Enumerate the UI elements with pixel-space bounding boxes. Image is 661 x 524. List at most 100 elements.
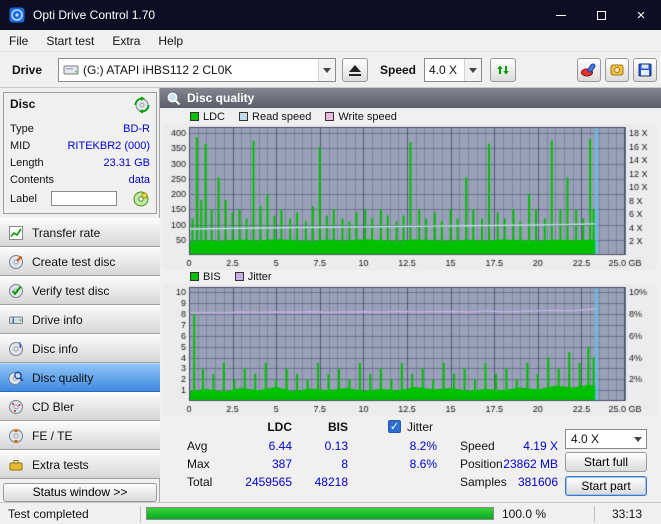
refresh-arrows-icon <box>497 65 509 75</box>
jitter-checkbox[interactable]: ✓ <box>388 420 401 433</box>
speed-stat-label: Speed <box>460 439 495 453</box>
samples-stat-value: 381606 <box>517 475 558 489</box>
menu-file[interactable]: File <box>0 31 37 51</box>
jitter-max-value: 8.6% <box>409 457 437 471</box>
jitter-swatch-icon <box>234 272 244 281</box>
disc-info-icon: i <box>9 341 23 356</box>
bis-column-header: BIS <box>327 420 348 434</box>
ldc-swatch-icon <box>190 112 199 121</box>
save-button[interactable] <box>633 58 657 82</box>
minimize-button[interactable] <box>541 0 581 30</box>
nav-create-test-disc[interactable]: Create test disc <box>0 247 160 276</box>
nav-verify-test-disc[interactable]: Verify test disc <box>0 276 160 305</box>
disc-field-label: MID <box>10 139 31 152</box>
status-window-button[interactable]: Status window >> <box>3 483 157 502</box>
close-icon: × <box>636 6 646 24</box>
disc-label-icon <box>133 191 149 206</box>
nav-label: FE / TE <box>32 428 73 443</box>
main-header: Disc quality <box>160 88 661 108</box>
ldc-chart <box>163 124 657 270</box>
nav-label: Drive info <box>32 312 83 327</box>
speed-select-arrow <box>464 59 481 81</box>
start-part-button[interactable]: Start part <box>565 476 647 496</box>
speed-select[interactable]: 4.0 X <box>424 58 482 82</box>
start-full-button[interactable]: Start full <box>565 452 647 472</box>
statusbar-separator <box>140 506 141 522</box>
read-speed-swatch-icon <box>239 112 249 121</box>
maximize-icon <box>596 10 606 20</box>
nav-transfer-rate[interactable]: Transfer rate <box>0 218 160 247</box>
disc-field-label: Type <box>10 122 34 135</box>
bottom-chart-legend: BIS Jitter <box>190 271 272 283</box>
disc-info-panel: Disc Type BD-R MID RITEKBR2 (000) Length… <box>3 92 157 214</box>
menu-extra[interactable]: Extra <box>103 31 149 51</box>
test-speed-select-value: 4.0 X <box>571 432 600 446</box>
disc-field-label: Label <box>10 192 37 205</box>
erase-disc-button[interactable] <box>577 58 601 82</box>
nav-label: Transfer rate <box>32 225 101 240</box>
refresh-speed-button[interactable] <box>490 58 516 82</box>
ldc-column-header: LDC <box>267 420 292 434</box>
test-nav: Transfer rate Create test disc Verify te… <box>0 218 160 479</box>
refresh-disc-icon[interactable] <box>132 95 152 115</box>
progress-percent: 100.0 % <box>502 507 547 521</box>
legend-jitter: Jitter <box>234 271 272 283</box>
nav-cd-bler[interactable]: CD Bler <box>0 392 160 421</box>
bis-swatch-icon <box>190 272 199 281</box>
menu-start-test[interactable]: Start test <box>37 31 103 51</box>
ldc-max-value: 387 <box>271 457 292 471</box>
disc-label-input[interactable] <box>51 191 118 206</box>
drive-info-icon: i <box>9 314 23 324</box>
elapsed-time: 33:13 <box>612 507 643 521</box>
nav-label: Disc quality <box>32 370 94 385</box>
left-panel: Disc Type BD-R MID RITEKBR2 (000) Length… <box>0 88 160 502</box>
disc-quality-icon <box>8 371 24 385</box>
drive-select-value: (G:) ATAPI iHBS112 2 CL0K <box>83 63 233 77</box>
eject-button[interactable] <box>342 58 368 82</box>
legend-ldc: LDC <box>190 111 225 123</box>
nav-disc-info[interactable]: i Disc info <box>0 334 160 363</box>
erase-disc-icon <box>581 63 596 77</box>
nav-label: Extra tests <box>32 457 89 472</box>
nav-extra-tests[interactable]: Extra tests <box>0 450 160 479</box>
settings-button[interactable] <box>605 58 629 82</box>
disc-field-label: Contents <box>10 173 55 186</box>
test-speed-select[interactable]: 4.0 X <box>565 429 647 449</box>
ldc-avg-value: 6.44 <box>268 439 292 453</box>
drive-label: Drive <box>12 63 43 77</box>
window-title: Opti Drive Control 1.70 <box>33 8 156 22</box>
statusbar: Test completed 100.0 % 33:13 <box>0 502 661 524</box>
magnifier-icon <box>167 92 181 105</box>
create-test-disc-icon <box>9 254 23 269</box>
close-button[interactable]: × <box>621 0 661 30</box>
write-speed-swatch-icon <box>325 112 335 121</box>
svg-text:i: i <box>19 341 21 350</box>
nav-drive-info[interactable]: i Drive info <box>0 305 160 334</box>
speed-stat-value: 4.19 X <box>523 439 558 453</box>
maximize-button[interactable] <box>581 0 621 30</box>
settings-icon <box>610 64 624 76</box>
top-chart-legend: LDC Read speed Write speed <box>190 111 397 123</box>
fe-te-icon <box>9 428 23 443</box>
speed-select-value: 4.0 X <box>429 63 458 77</box>
extra-tests-icon <box>9 459 23 470</box>
verify-test-disc-icon <box>9 283 23 298</box>
disc-field-value: BD-R <box>123 122 150 135</box>
disc-field-label: Length <box>10 156 44 169</box>
minimize-icon <box>556 14 566 16</box>
jitter-checkbox-label: Jitter <box>407 420 434 434</box>
drive-select-arrow <box>318 59 335 81</box>
drive-select[interactable]: (G:) ATAPI iHBS112 2 CL0K <box>58 58 336 82</box>
drive-toolbar: Drive (G:) ATAPI iHBS112 2 CL0K Speed 4.… <box>0 52 661 88</box>
bis-chart <box>163 284 657 416</box>
nav-fe-te[interactable]: FE / TE <box>0 421 160 450</box>
nav-disc-quality[interactable]: Disc quality <box>0 363 160 392</box>
legend-read-speed: Read speed <box>239 111 311 123</box>
save-icon <box>638 63 652 77</box>
stat-row-label: Avg <box>187 439 208 453</box>
legend-write-speed: Write speed <box>325 111 397 123</box>
eject-icon <box>349 64 361 76</box>
write-label-button[interactable] <box>132 190 150 208</box>
test-speed-select-arrow <box>630 430 646 448</box>
menu-help[interactable]: Help <box>149 31 192 51</box>
